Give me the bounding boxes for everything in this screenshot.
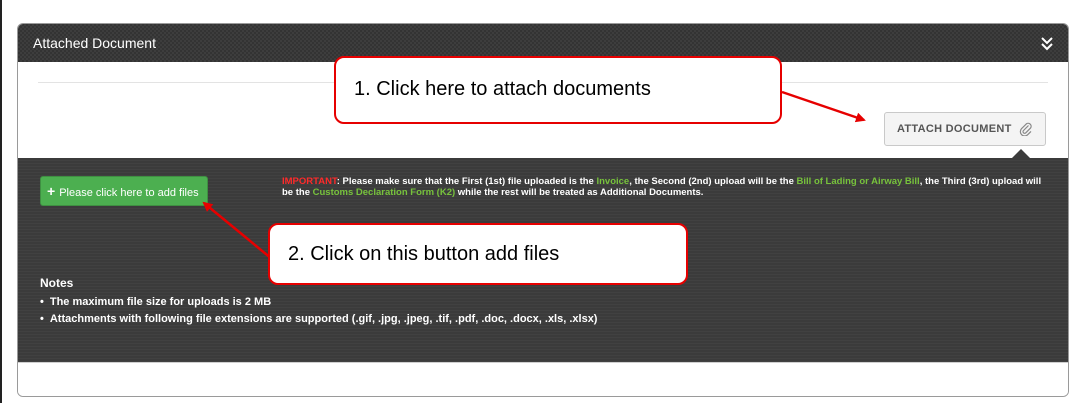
arrow-to-attach-button: [781, 90, 866, 123]
arrow-to-add-files-button: [202, 201, 279, 265]
callout-step-1: 1. Click here to attach documents: [334, 56, 782, 124]
callout-step-2: 2. Click on this button add files: [268, 223, 688, 285]
